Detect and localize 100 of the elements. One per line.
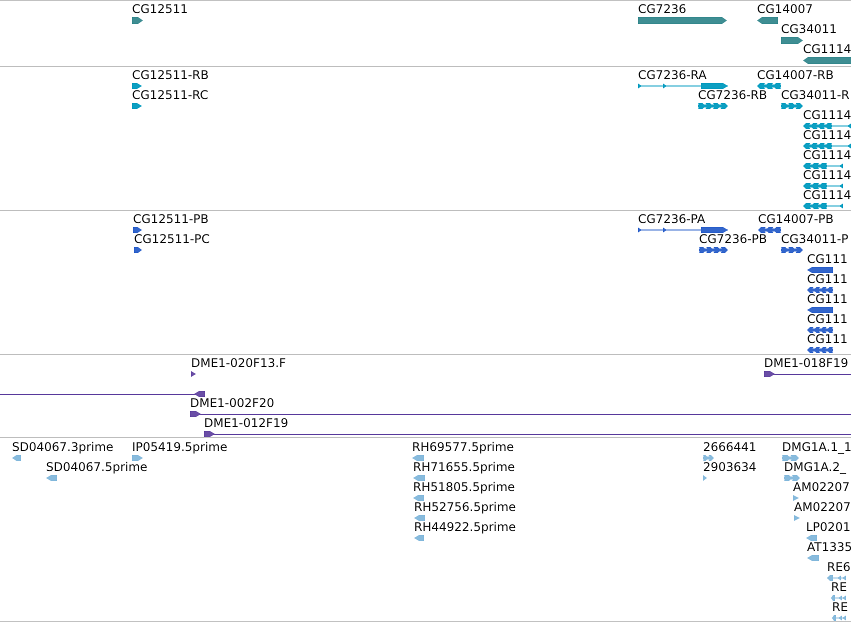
transcript-glyph[interactable]: [803, 143, 851, 149]
est-glyph[interactable]: [793, 495, 799, 501]
protein-glyph[interactable]: [807, 307, 833, 313]
est-glyph[interactable]: [806, 535, 817, 541]
transcript-label: CG7236-RB: [698, 88, 768, 102]
transcript-glyph[interactable]: [757, 83, 781, 89]
gene-glyph[interactable]: [803, 57, 851, 64]
est-label: 2903634: [703, 460, 756, 474]
est-label: 2666441: [703, 440, 756, 454]
transcript-label: CG34011-R: [781, 88, 850, 102]
transcript-glyph[interactable]: [698, 103, 728, 109]
clone-label: DME1-002F20: [190, 396, 274, 410]
est-label: DMG1A.2_: [784, 460, 846, 474]
est-glyph[interactable]: [412, 455, 424, 461]
clone-label: DME1-012F19: [204, 416, 288, 430]
est-label: RE: [832, 600, 848, 614]
est-label: AM02207: [793, 480, 850, 494]
est-glyph[interactable]: [794, 515, 800, 521]
est-glyph[interactable]: [132, 455, 143, 461]
est-label: IP05419.5prime: [132, 440, 228, 454]
clone-glyph[interactable]: [190, 411, 851, 417]
est-glyph[interactable]: [413, 475, 425, 481]
est-label: SD04067.3prime: [12, 440, 114, 454]
protein-label: CG12511-PB: [133, 212, 209, 226]
clone-label: DME1-020F13.F: [191, 356, 286, 370]
protein-glyph[interactable]: [133, 227, 142, 233]
transcript-label: CG14007-RB: [757, 68, 834, 82]
gene-glyph[interactable]: [757, 17, 778, 24]
protein-glyph[interactable]: [807, 327, 833, 333]
protein-label: CG7236-PA: [638, 212, 706, 226]
est-glyph[interactable]: [46, 475, 57, 481]
est-glyph[interactable]: [831, 595, 846, 601]
est-label: AM02207: [794, 500, 851, 514]
protein-label: CG111: [807, 312, 848, 326]
est-label: RH69577.5prime: [412, 440, 514, 454]
protein-glyph[interactable]: [807, 347, 833, 353]
transcript-glyph[interactable]: [132, 103, 142, 109]
est-label: RE: [831, 580, 847, 594]
transcript-glyph[interactable]: [638, 83, 728, 89]
clone-glyph[interactable]: [191, 371, 196, 377]
protein-label: CG7236-PB: [699, 232, 768, 246]
transcript-label: CG12511-RC: [132, 88, 208, 102]
protein-glyph[interactable]: [134, 247, 142, 253]
est-label: RH44922.5prime: [414, 520, 516, 534]
est-glyph[interactable]: [414, 535, 424, 541]
est-label: DMG1A.1_1: [782, 440, 851, 454]
transcript-label: CG1114: [803, 148, 851, 162]
transcript-label: CG1114: [803, 168, 851, 182]
est-label: RH71655.5prime: [413, 460, 515, 474]
transcript-glyph[interactable]: [781, 103, 803, 109]
est-glyph[interactable]: [827, 575, 846, 581]
transcript-glyph[interactable]: [803, 163, 843, 169]
transcript-glyph[interactable]: [803, 123, 851, 129]
transcript-label: CG1114: [803, 128, 851, 142]
gene-glyph[interactable]: [781, 37, 803, 44]
gene-label: CG7236: [638, 2, 686, 16]
protein-label: CG111: [807, 252, 848, 266]
est-glyph[interactable]: [784, 475, 800, 481]
protein-glyph[interactable]: [807, 287, 833, 293]
est-glyph[interactable]: [832, 615, 846, 621]
est-glyph[interactable]: [703, 475, 707, 481]
gene-label: CG1114: [803, 42, 851, 56]
protein-label: CG14007-PB: [758, 212, 834, 226]
est-label: RH52756.5prime: [414, 500, 516, 514]
est-label: SD04067.5prime: [46, 460, 148, 474]
est-glyph[interactable]: [807, 555, 819, 561]
est-glyph[interactable]: [703, 455, 714, 461]
clone-glyph[interactable]: [764, 371, 851, 377]
transcript-label: CG1114: [803, 108, 851, 122]
est-glyph[interactable]: [413, 495, 424, 501]
protein-glyph[interactable]: [638, 227, 728, 233]
transcript-label: CG1114: [803, 188, 851, 202]
protein-label: CG12511-PC: [134, 232, 210, 246]
protein-label: CG111: [807, 272, 848, 286]
protein-glyph[interactable]: [699, 247, 728, 253]
protein-glyph[interactable]: [807, 267, 833, 273]
est-glyph[interactable]: [12, 455, 21, 461]
clone-label: DME1-018F19: [764, 356, 848, 370]
gene-glyph[interactable]: [132, 17, 143, 24]
protein-glyph[interactable]: [758, 227, 781, 233]
est-label: AT1335: [807, 540, 851, 554]
transcript-glyph[interactable]: [803, 183, 843, 189]
protein-label: CG34011-P: [781, 232, 848, 246]
est-label: RH51805.5prime: [413, 480, 515, 494]
est-glyph[interactable]: [414, 515, 425, 521]
transcript-glyph[interactable]: [803, 203, 843, 209]
transcript-label: CG7236-RA: [638, 68, 707, 82]
gene-label: CG34011: [781, 22, 837, 36]
protein-label: CG111: [807, 292, 848, 306]
protein-glyph[interactable]: [781, 247, 803, 253]
gene-label: CG14007: [757, 2, 813, 16]
est-label: RE6: [827, 560, 851, 574]
clone-glyph[interactable]: [0, 391, 205, 397]
transcript-glyph[interactable]: [132, 83, 142, 89]
transcript-label: CG12511-RB: [132, 68, 209, 82]
protein-label: CG111: [807, 332, 848, 346]
gene-label: CG12511: [132, 2, 188, 16]
gene-glyph[interactable]: [638, 17, 727, 24]
clone-glyph[interactable]: [204, 431, 851, 437]
est-glyph[interactable]: [782, 455, 799, 461]
